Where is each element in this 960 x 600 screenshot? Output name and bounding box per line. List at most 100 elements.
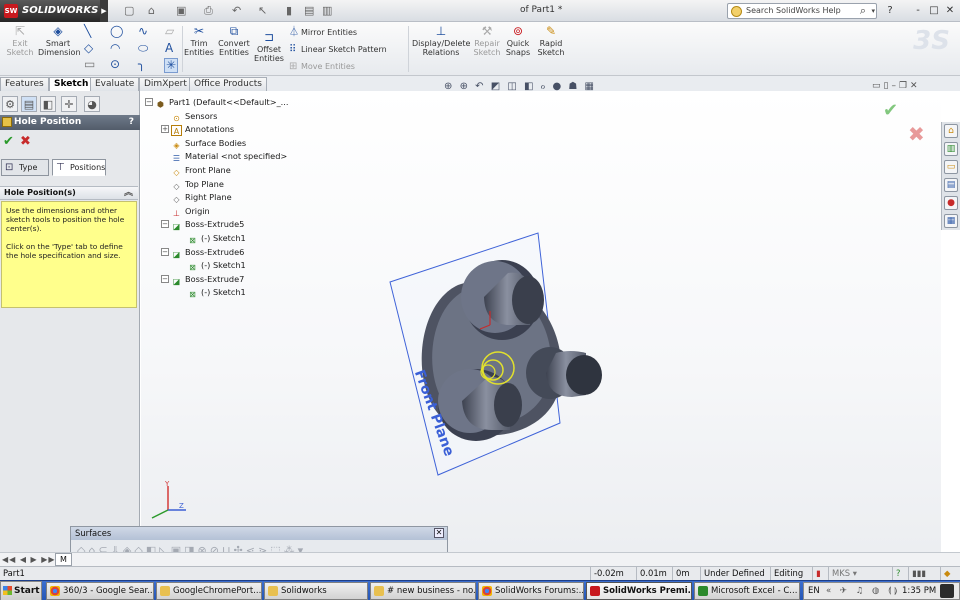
zoom-to-area-icon[interactable]: ⊕ <box>460 81 470 92</box>
appearances-icon[interactable]: ● <box>944 196 958 210</box>
fillet-icon[interactable]: ╮ <box>138 58 145 71</box>
tab-model[interactable]: M <box>55 553 72 566</box>
quick-snaps-button[interactable]: ⊚ Quick Snaps <box>504 24 532 57</box>
save-icon[interactable]: ▣ <box>176 4 186 18</box>
view-palette-icon[interactable]: ▤ <box>944 178 958 192</box>
cancel-button[interactable]: ✖ <box>20 134 31 149</box>
exit-sketch-button[interactable]: ⇱ Exit Sketch <box>4 24 36 57</box>
move-entities-button[interactable]: ⊞ Move Entities <box>289 61 355 72</box>
customize-icon[interactable]: ◆ <box>940 567 953 581</box>
help-icon[interactable]: ? <box>129 115 134 130</box>
chevron-down-icon[interactable]: ▾ <box>871 4 875 18</box>
help-status-icon[interactable]: ? <box>892 567 903 581</box>
confirm-cancel-icon[interactable]: ✖ <box>908 122 925 146</box>
slot-icon[interactable]: ▭ <box>84 58 95 71</box>
taskbar-item-excel[interactable]: Microsoft Excel - C... <box>694 582 800 600</box>
linear-sketch-pattern-button[interactable]: ⠿ Linear Sketch Pattern <box>289 44 387 55</box>
tree-item-sketch1[interactable]: ⊠ (-) Sketch1 <box>187 286 246 300</box>
custom-properties-icon[interactable]: ▦ <box>944 214 958 228</box>
collapse-icon[interactable]: − <box>161 247 169 256</box>
undo-icon[interactable]: ↶ <box>232 4 241 18</box>
display-manager-icon[interactable]: ◕ <box>84 96 100 112</box>
line-icon[interactable]: ╲ <box>84 25 91 38</box>
view-settings-icon[interactable]: ▦ <box>585 81 596 92</box>
smart-dimension-button[interactable]: ◈ Smart Dimension <box>38 24 81 57</box>
collapse-icon[interactable]: − <box>161 220 169 229</box>
taskbar-item-solidworks-forums[interactable]: SolidWorks Forums:... <box>478 582 584 600</box>
tray-icons[interactable]: « ✈ ♫ ◍ ⟬⟭ <box>826 583 900 599</box>
search-icon[interactable]: ⌕ <box>860 4 866 18</box>
tree-item-boss-extrude7[interactable]: − ◪ Boss-Extrude7 <box>161 273 244 287</box>
tree-item-material[interactable]: ☰ Material <not specified> <box>171 150 287 164</box>
convert-entities-button[interactable]: ⧉ Convert Entities <box>216 24 252 57</box>
hole-position-group-header[interactable]: Hole Position(s) ︽ <box>0 186 138 200</box>
taskbar-item-solidworks-premium[interactable]: SolidWorks Premi... <box>586 582 692 600</box>
display-style-icon[interactable]: ◧ <box>524 81 535 92</box>
tree-item-right-plane[interactable]: ◇ Right Plane <box>171 191 231 205</box>
tab-evaluate[interactable]: Evaluate <box>90 77 140 91</box>
file-explorer-icon[interactable]: ▭ <box>944 160 958 174</box>
ok-button[interactable]: ✔ <box>3 134 14 149</box>
tree-item-boss-extrude5[interactable]: − ◪ Boss-Extrude5 <box>161 218 244 232</box>
close-icon[interactable]: ✕ <box>434 528 444 538</box>
tree-root[interactable]: − ⬢ Part1 (Default<<Default>_... <box>145 96 288 110</box>
property-manager-icon[interactable]: ▤ <box>21 96 37 112</box>
solidworks-menu-button[interactable]: SW SOLIDWORKS <box>0 0 100 22</box>
home-icon[interactable]: ⌂ <box>944 124 958 138</box>
tree-item-top-plane[interactable]: ◇ Top Plane <box>171 178 223 192</box>
surfaces-toolbar-title[interactable]: Surfaces <box>71 527 447 540</box>
feature-manager-icon[interactable]: ⚙ <box>2 96 18 112</box>
print-icon[interactable]: ⎙ <box>204 4 213 18</box>
start-button[interactable]: Start <box>0 581 42 600</box>
tab-type[interactable]: ⊡ Type <box>1 159 49 176</box>
collapse-icon[interactable]: ︽ <box>124 187 133 199</box>
text-icon[interactable]: A <box>165 42 173 55</box>
plane-icon[interactable]: ▱ <box>165 25 174 38</box>
tab-sketch[interactable]: Sketch <box>49 77 94 91</box>
design-library-icon[interactable]: ▥ <box>944 142 958 156</box>
display-delete-relations-button[interactable]: ⊥ Display/Delete Relations <box>412 24 470 57</box>
expand-icon[interactable]: − <box>145 98 153 106</box>
arc-icon[interactable]: ◠ <box>110 42 120 55</box>
select-icon[interactable]: ↖ <box>258 4 267 18</box>
close-doc-icon[interactable]: ✕ <box>910 81 921 91</box>
tree-item-annotations[interactable]: + A Annotations <box>161 123 234 137</box>
tile-horizontal-icon[interactable]: ▭ <box>872 81 884 91</box>
tab-office-products[interactable]: Office Products <box>189 77 267 91</box>
part-model[interactable]: Front Plane <box>380 225 620 485</box>
close-button[interactable]: ✕ <box>944 4 956 17</box>
edit-appearance-icon[interactable]: ● <box>552 81 563 92</box>
view-orientation-icon[interactable]: ◫ <box>507 81 518 92</box>
tree-item-front-plane[interactable]: ◇ Front Plane <box>171 164 230 178</box>
dimxpert-manager-icon[interactable]: ✛ <box>61 96 77 112</box>
taskbar-item-new-business[interactable]: # new business - no... <box>370 582 476 600</box>
hide-show-items-icon[interactable]: ℴ <box>541 81 548 92</box>
zoom-to-fit-icon[interactable]: ⊕ <box>444 81 454 92</box>
help-button[interactable]: ? <box>884 4 896 17</box>
rapid-sketch-button[interactable]: ✎ Rapid Sketch <box>536 24 566 57</box>
language-indicator[interactable]: EN <box>808 583 820 599</box>
trim-entities-button[interactable]: ✂ Trim Entities <box>184 24 214 57</box>
minimize-button[interactable]: - <box>912 4 924 17</box>
taskbar-item-folder-chromeportable[interactable]: GoogleChromePort... <box>156 582 262 600</box>
repair-sketch-button[interactable]: ⚒ Repair Sketch <box>472 24 502 57</box>
offset-entities-button[interactable]: ⊐ Offset Entities <box>254 30 284 63</box>
confirm-ok-icon[interactable]: ✔ <box>883 100 898 121</box>
tree-item-sensors[interactable]: ⊙ Sensors <box>171 110 217 124</box>
ellipse-icon[interactable]: ⬭ <box>138 42 148 55</box>
section-view-icon[interactable]: ◩ <box>491 81 502 92</box>
tree-item-origin[interactable]: ⊥ Origin <box>171 205 210 219</box>
polygon-icon[interactable]: ⊙ <box>110 58 120 71</box>
tab-positions[interactable]: ⊤ Positions <box>52 159 106 176</box>
show-desktop-icon[interactable] <box>940 584 954 598</box>
options-icon[interactable]: ▥ <box>322 4 332 18</box>
tab-features[interactable]: Features <box>0 77 49 91</box>
rectangle-icon[interactable]: ◇ <box>84 42 93 55</box>
new-document-icon[interactable]: ▢ <box>124 4 134 18</box>
apply-scene-icon[interactable]: ☗ <box>568 81 579 92</box>
tree-item-boss-extrude6[interactable]: − ◪ Boss-Extrude6 <box>161 246 244 260</box>
rebuild-status-icon[interactable]: ▮ <box>812 567 824 581</box>
expand-icon[interactable]: + <box>161 125 169 134</box>
file-properties-icon[interactable]: ▤ <box>304 4 314 18</box>
minimize-doc-icon[interactable]: – <box>891 81 899 91</box>
